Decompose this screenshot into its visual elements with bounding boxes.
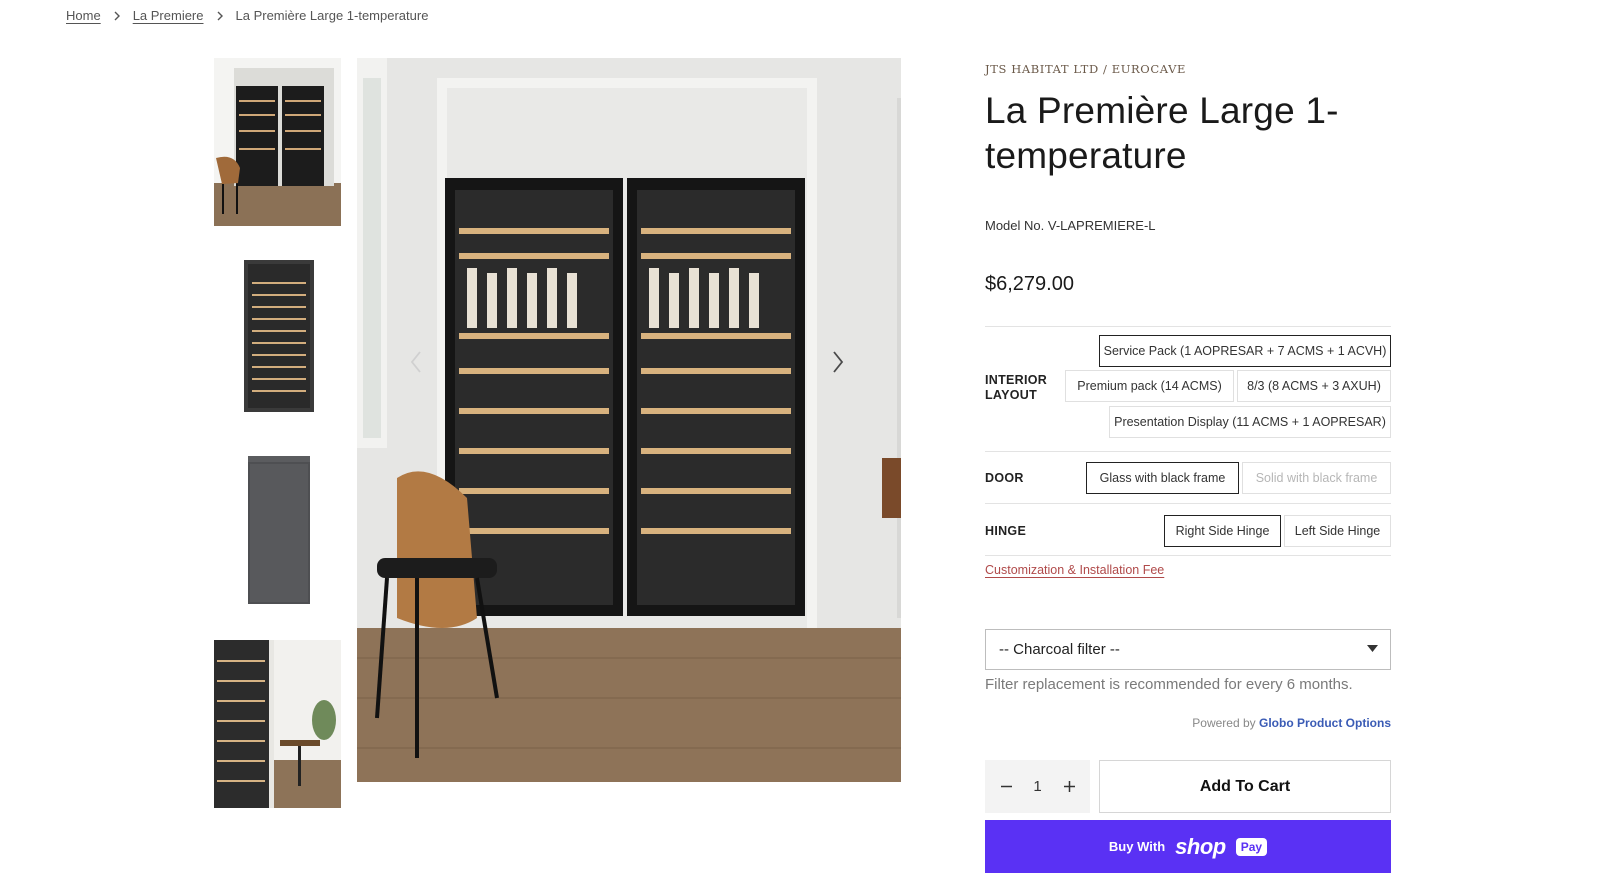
divider	[985, 503, 1391, 504]
previous-image-arrow[interactable]	[404, 347, 428, 377]
divider	[985, 326, 1391, 327]
thumbnail-3[interactable]	[214, 446, 341, 614]
add-to-cart-button[interactable]: Add To Cart	[1099, 760, 1391, 813]
breadcrumb-home-link[interactable]: Home	[66, 8, 101, 23]
door-glass-button[interactable]: Glass with black frame	[1086, 462, 1239, 494]
breadcrumb: Home La Premiere La Première Large 1-tem…	[66, 8, 428, 23]
door-solid-button[interactable]: Solid with black frame	[1242, 462, 1391, 494]
buy-with-label: Buy With	[1108, 839, 1166, 854]
breadcrumb-current: La Première Large 1-temperature	[235, 8, 429, 23]
charcoal-filter-value: -- Charcoal filter --	[999, 641, 1120, 658]
hinge-option: HINGE Right Side Hinge Left Side Hinge	[985, 514, 1391, 548]
thumbnail-1[interactable]	[214, 58, 341, 226]
filter-help-text: Filter replacement is recommended for ev…	[985, 676, 1353, 693]
chevron-right-icon	[113, 11, 121, 21]
quantity-increase-button[interactable]	[1058, 776, 1080, 798]
main-product-image[interactable]	[357, 58, 901, 782]
interior-layout-label: INTERIOR LAYOUT	[985, 373, 1047, 403]
layout-presentation-display-button[interactable]: Presentation Display (11 ACMS + 1 AOPRES…	[1109, 406, 1391, 438]
hinge-left-button[interactable]: Left Side Hinge	[1284, 515, 1391, 547]
product-title: La Première Large 1-temperature	[985, 90, 1339, 176]
thumbnail-list	[214, 58, 341, 834]
chevron-left-icon	[410, 351, 421, 373]
quantity-value[interactable]: 1	[1023, 778, 1053, 795]
thumbnail-2[interactable]	[214, 252, 341, 420]
minus-icon	[1000, 785, 1012, 788]
door-option: DOOR Glass with black frame Solid with b…	[985, 461, 1391, 495]
model-number: Model No. V-LAPREMIERE-L	[985, 218, 1156, 233]
globo-link[interactable]: Globo Product Options	[1259, 716, 1391, 730]
powered-by-prefix: Powered by	[1192, 716, 1256, 730]
chevron-right-icon	[833, 351, 844, 373]
door-label: DOOR	[985, 471, 1024, 485]
interior-layout-option: INTERIOR LAYOUT Service Pack (1 AOPRESAR…	[985, 333, 1391, 446]
interior-layout-label-line2: LAYOUT	[985, 388, 1038, 402]
customization-fee-link[interactable]: Customization & Installation Fee	[985, 563, 1164, 577]
layout-service-pack-button[interactable]: Service Pack (1 AOPRESAR + 7 ACMS + 1 AC…	[1099, 335, 1391, 367]
product-vendor: JTS HABITAT LTD / EUROCAVE	[985, 62, 1186, 76]
layout-8-3-button[interactable]: 8/3 (8 ACMS + 3 AXUH)	[1237, 370, 1391, 402]
pay-badge: Pay	[1235, 837, 1268, 856]
plus-icon	[1063, 781, 1075, 792]
shop-pay-button[interactable]: Buy With shop Pay	[985, 820, 1391, 873]
breadcrumb-collection-link[interactable]: La Premiere	[133, 8, 204, 23]
product-info: JTS HABITAT LTD / EUROCAVE La Première L…	[985, 62, 1391, 296]
divider	[985, 555, 1391, 556]
chevron-right-icon	[216, 11, 224, 21]
quantity-decrease-button[interactable]	[995, 776, 1017, 798]
product-price: $6,279.00	[985, 273, 1074, 295]
powered-by: Powered by Globo Product Options	[1192, 716, 1391, 730]
thumbnail-4[interactable]	[214, 640, 341, 808]
quantity-stepper: 1	[985, 760, 1090, 813]
shop-logo: shop	[1175, 833, 1226, 859]
hinge-right-button[interactable]: Right Side Hinge	[1164, 515, 1281, 547]
charcoal-filter-select[interactable]: -- Charcoal filter --	[985, 629, 1391, 670]
caret-down-icon	[1367, 645, 1378, 652]
layout-premium-pack-button[interactable]: Premium pack (14 ACMS)	[1065, 370, 1234, 402]
interior-layout-label-line1: INTERIOR	[985, 373, 1048, 387]
hinge-label: HINGE	[985, 524, 1027, 538]
next-image-arrow[interactable]	[826, 347, 850, 377]
divider	[985, 451, 1391, 452]
